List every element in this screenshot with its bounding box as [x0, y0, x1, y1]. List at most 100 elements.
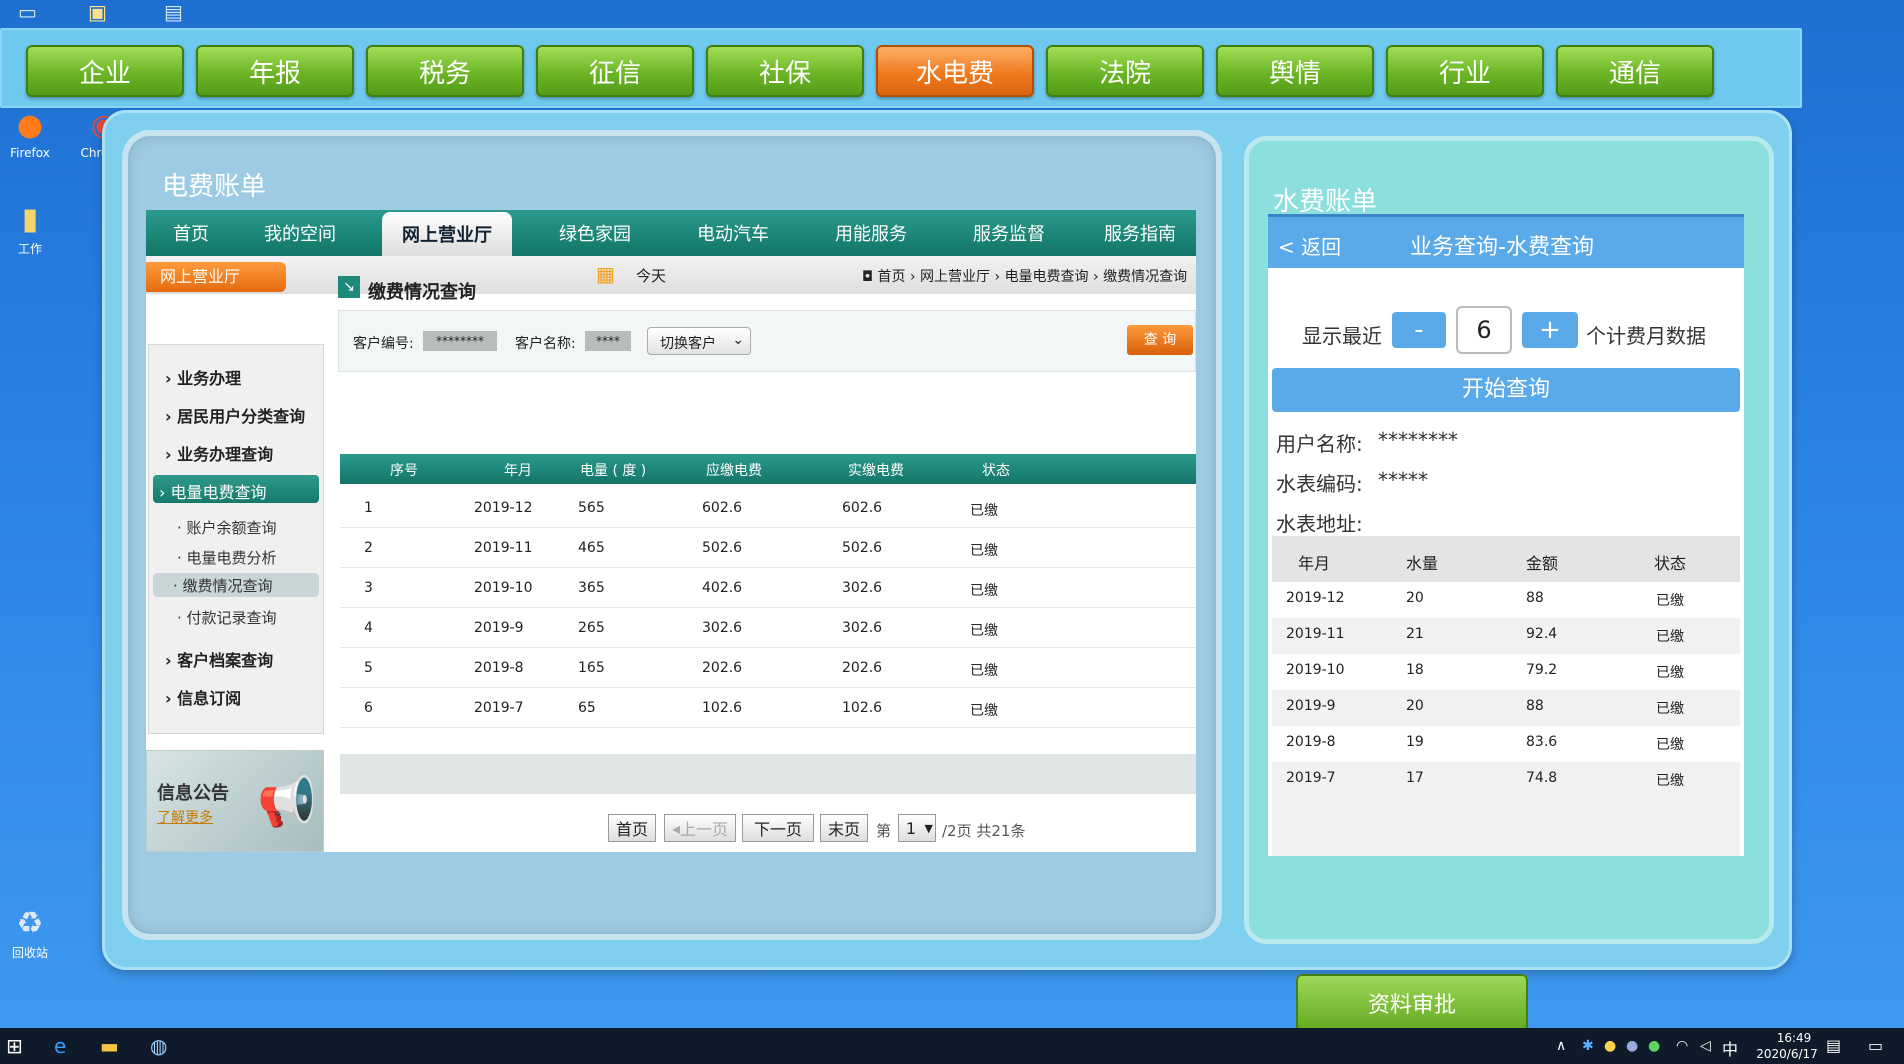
cell-month: 2019-12 [474, 500, 533, 516]
sidebar-archive[interactable]: › 客户档案查询 [165, 647, 273, 671]
pager-prev[interactable]: ◂ 上一页 [664, 814, 736, 842]
sidebar-sub-records[interactable]: · 付款记录查询 [177, 607, 277, 628]
meter-code-value: ***** [1378, 468, 1428, 492]
breadcrumb-home[interactable]: 首页 [878, 269, 906, 285]
water-row: 2019-12 20 88 已缴 [1272, 582, 1740, 618]
sidebar-sub-balance[interactable]: · 账户余额查询 [177, 517, 277, 538]
breadcrumb-payment[interactable]: 缴费情况查询 [1103, 269, 1187, 285]
wcell-status: 已缴 [1656, 701, 1684, 717]
water-row: 2019-9 20 88 已缴 [1272, 690, 1740, 726]
today-label: 今天 [636, 267, 667, 285]
file-explorer-icon[interactable]: ▬ [100, 1034, 119, 1058]
tray-app-icon[interactable]: ● [1604, 1038, 1616, 1054]
shield-icon[interactable]: ● [1626, 1038, 1638, 1054]
sidebar-business[interactable]: › 业务办理 [165, 365, 241, 389]
query-button[interactable]: 查 询 [1127, 325, 1193, 355]
desktop-folder[interactable]: ▮ 工作 [0, 200, 60, 257]
back-button[interactable]: < 返回 [1278, 231, 1341, 260]
col-paid: 实缴电费 [848, 463, 904, 479]
wcell-status: 已缴 [1656, 629, 1684, 645]
breadcrumb-separator: › [1093, 269, 1104, 285]
enav-online-hall[interactable]: 网上营业厅 [382, 212, 512, 256]
wcell-status: 已缴 [1656, 773, 1684, 789]
nav-telecom[interactable]: 通信 [1556, 45, 1714, 97]
tray-expand-icon[interactable]: ∧ [1556, 1038, 1566, 1054]
sidebar-sub-payment[interactable]: · 缴费情况查询 [153, 573, 319, 597]
enav-supervision[interactable]: 服务监督 [944, 210, 1074, 256]
pager-summary: /2页 共21条 [942, 822, 1026, 840]
enav-energy-service[interactable]: 用能服务 [806, 210, 936, 256]
desktop-icon-3[interactable]: ▤ [164, 0, 183, 24]
enav-guide[interactable]: 服务指南 [1084, 210, 1196, 256]
pager-last[interactable]: 末页 [820, 814, 868, 842]
desktop-icon-1[interactable]: ▭ [18, 0, 37, 24]
decrement-button[interactable]: - [1392, 312, 1446, 348]
nav-annual-report[interactable]: 年报 [196, 45, 354, 97]
electric-panel-title: 电费账单 [162, 172, 267, 202]
col-month: 年月 [504, 463, 532, 479]
cell-month: 2019-8 [474, 660, 524, 676]
breadcrumb-usage[interactable]: 电量电费查询 [1005, 269, 1089, 285]
nav-utilities[interactable]: 水电费 [876, 45, 1034, 97]
customer-name-value: **** [585, 331, 631, 351]
wcell-volume: 20 [1406, 590, 1424, 606]
desktop-firefox[interactable]: ● Firefox [0, 106, 60, 160]
electric-site-nav: 首页 我的空间 网上营业厅 绿色家园 电动汽车 用能服务 服务监督 服务指南 [146, 210, 1196, 256]
edge-icon[interactable]: e [54, 1034, 66, 1058]
notice-box: 信息公告 了解更多 📢 [146, 750, 324, 852]
enav-ev[interactable]: 电动汽车 [668, 210, 798, 256]
table-row: 3 2019-10 365 402.6 302.6 已缴 [340, 568, 1196, 608]
wifi-icon[interactable]: ◠ [1676, 1038, 1688, 1054]
sidebar-resident-query[interactable]: › 居民用户分类查询 [165, 403, 305, 427]
wechat-icon[interactable]: ● [1648, 1038, 1660, 1054]
nav-social-security[interactable]: 社保 [706, 45, 864, 97]
nav-industry[interactable]: 行业 [1386, 45, 1544, 97]
enav-green-home[interactable]: 绿色家园 [530, 210, 660, 256]
chevron-down-icon: ▼ [924, 821, 933, 835]
cell-month: 2019-11 [474, 540, 533, 556]
start-query-button[interactable]: 开始查询 [1272, 368, 1740, 412]
cell-due: 202.6 [702, 660, 743, 676]
month-count-input[interactable]: 6 [1456, 306, 1512, 354]
table-row: 1 2019-12 565 602.6 602.6 已缴 [340, 488, 1196, 528]
notification-icon[interactable]: ▭ [1868, 1036, 1883, 1055]
clock-time[interactable]: 16:49 [1762, 1031, 1826, 1045]
notes-icon[interactable]: ▤ [1826, 1036, 1841, 1055]
volume-icon[interactable]: ◁ [1700, 1038, 1711, 1054]
payment-table-header: 序号 年月 电量 ( 度 ) 应缴电费 实缴电费 状态 [340, 454, 1196, 484]
wcol-month: 年月 [1298, 554, 1331, 573]
cell-index: 4 [364, 620, 373, 636]
table-row: 2 2019-11 465 502.6 502.6 已缴 [340, 528, 1196, 568]
pager-next[interactable]: 下一页 [742, 814, 814, 842]
sidebar-usage-query[interactable]: › 电量电费查询 [153, 475, 319, 503]
sidebar-subscribe[interactable]: › 信息订阅 [165, 685, 241, 709]
switch-customer-select[interactable]: 切换客户 ⌄ [647, 327, 751, 355]
nav-credit[interactable]: 征信 [536, 45, 694, 97]
clock-date[interactable]: 2020/6/17 [1744, 1047, 1830, 1061]
top-category-nav: 企业 年报 税务 征信 社保 水电费 法院 舆情 行业 通信 [0, 28, 1802, 108]
nav-enterprise[interactable]: 企业 [26, 45, 184, 97]
enav-home[interactable]: 首页 [146, 210, 236, 256]
sidebar-business-query[interactable]: › 业务办理查询 [165, 441, 273, 465]
breadcrumb-online-hall[interactable]: 网上营业厅 [920, 269, 990, 285]
user-name-value: ******** [1378, 428, 1458, 452]
desktop-icon-2[interactable]: ▣ [88, 0, 107, 24]
nav-court[interactable]: 法院 [1046, 45, 1204, 97]
bluetooth-icon[interactable]: ✱ [1582, 1038, 1594, 1054]
cell-status: 已缴 [970, 623, 998, 639]
notice-more-link[interactable]: 了解更多 [157, 807, 213, 827]
start-windows-icon[interactable]: ⊞ [6, 1034, 23, 1058]
desktop-recycle-bin[interactable]: ♻ 回收站 [0, 904, 60, 961]
pager-first[interactable]: 首页 [608, 814, 656, 842]
enav-my-space[interactable]: 我的空间 [236, 210, 364, 256]
sidebar-sub-analysis[interactable]: · 电量电费分析 [177, 547, 277, 568]
nav-tax[interactable]: 税务 [366, 45, 524, 97]
approve-button[interactable]: 资料审批 [1296, 974, 1528, 1032]
recycle-bin-icon: ♻ [16, 906, 44, 941]
ime-indicator[interactable]: 中 [1722, 1036, 1738, 1060]
increment-button[interactable]: + [1522, 312, 1578, 348]
cell-paid: 302.6 [842, 620, 883, 636]
nav-public-opinion[interactable]: 舆情 [1216, 45, 1374, 97]
globe-icon[interactable]: ◍ [150, 1034, 167, 1058]
pager-page-select[interactable]: 1 ▼ [898, 814, 936, 842]
